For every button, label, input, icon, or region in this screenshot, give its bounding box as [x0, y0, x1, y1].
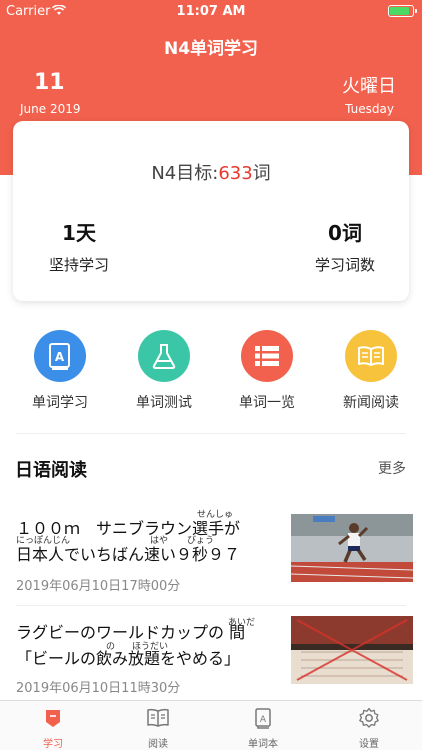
book-a-icon: A	[34, 330, 86, 382]
list-item[interactable]: あいだ の ほうだい ラグビーのワールドカップの 間 「ビールの飲み放題をやめる…	[0, 608, 422, 698]
tab-wordbook[interactable]: A 单词本	[228, 707, 298, 750]
quick-action-label: 单词一览	[239, 395, 295, 411]
article-title-line: 日本人でいちばん速い９秒９７	[16, 545, 241, 564]
tab-bar: 学习 阅读 A 单词本 设置	[0, 700, 422, 750]
goal-count: 633	[218, 163, 253, 184]
tab-settings[interactable]: 设置	[334, 707, 404, 750]
status-bar: Carrier 11:07 AM	[0, 0, 422, 22]
date-month-year: June 2019	[20, 102, 81, 116]
study-days-value: 1天	[62, 221, 96, 245]
svg-text:A: A	[55, 350, 65, 364]
reading-icon	[147, 708, 169, 727]
article-title-line: 「ビールの飲み放題をやめる」	[16, 649, 241, 668]
article-date: 2019年06月10日11時30分	[16, 681, 181, 696]
article-thumbnail	[291, 616, 413, 684]
goal-suffix: 词	[252, 163, 271, 184]
divider	[16, 605, 406, 606]
tab-reading[interactable]: 阅读	[123, 707, 193, 750]
quick-actions: A 单词学习 单词测试 单词一览 新闻阅读	[0, 330, 422, 412]
article-title-line: １００ｍ サニブラウン選手が	[16, 519, 241, 538]
quick-action-label: 单词学习	[32, 395, 88, 411]
quick-action-word-list[interactable]: 单词一览	[222, 330, 312, 412]
wordbook-icon: A	[255, 708, 271, 729]
goal-prefix: N4目标:	[151, 163, 219, 184]
list-icon	[241, 330, 293, 382]
weekday-japanese: 火曜日	[342, 76, 396, 97]
tab-label: 设置	[359, 739, 379, 750]
sprinter-photo	[291, 514, 413, 582]
learn-icon	[46, 710, 60, 727]
tab-label: 学习	[43, 739, 63, 750]
words-learned-value: 0词	[328, 221, 362, 245]
more-link[interactable]: 更多	[378, 458, 406, 478]
flask-icon	[138, 330, 190, 382]
quick-action-label: 新闻阅读	[343, 395, 399, 411]
weekday-english: Tuesday	[345, 102, 394, 116]
tab-label: 单词本	[248, 739, 278, 750]
section-title-reading: 日语阅读	[15, 460, 87, 481]
article-title-line: ラグビーのワールドカップの 間	[16, 623, 246, 642]
battery-icon	[388, 5, 417, 17]
svg-text:A: A	[260, 715, 267, 725]
goal-text: N4目标:633词	[13, 159, 409, 185]
tab-learn[interactable]: 学习	[18, 707, 88, 750]
quick-action-word-test[interactable]: 单词测试	[119, 330, 209, 412]
study-days-stat: 1天 坚持学习	[39, 217, 119, 275]
quick-action-label: 单词测试	[136, 395, 192, 411]
quick-action-news-reading[interactable]: 新闻阅读	[326, 330, 416, 412]
battery-level	[390, 7, 409, 15]
drink-menu-photo	[291, 616, 413, 684]
article-date: 2019年06月10日17時00分	[16, 579, 181, 594]
study-days-label: 坚持学习	[48, 256, 109, 274]
status-time: 11:07 AM	[176, 4, 246, 19]
tab-label: 阅读	[148, 739, 168, 750]
quick-action-word-study[interactable]: A 单词学习	[15, 330, 105, 412]
article-thumbnail	[291, 514, 413, 582]
date-day: 11	[34, 70, 65, 95]
words-learned-stat: 0词 学习词数	[305, 217, 385, 275]
progress-card: N4目标:633词 1天 坚持学习 0词 学习词数	[13, 121, 409, 301]
gear-icon	[359, 707, 379, 728]
divider	[16, 433, 406, 434]
words-learned-label: 学习词数	[314, 256, 375, 274]
list-item[interactable]: せんしゅ にっぽんじん はや びょう １００ｍ サニブラウン選手が 日本人でいち…	[0, 500, 422, 600]
page-title: N4单词学习	[163, 39, 259, 59]
open-book-icon	[345, 330, 397, 382]
